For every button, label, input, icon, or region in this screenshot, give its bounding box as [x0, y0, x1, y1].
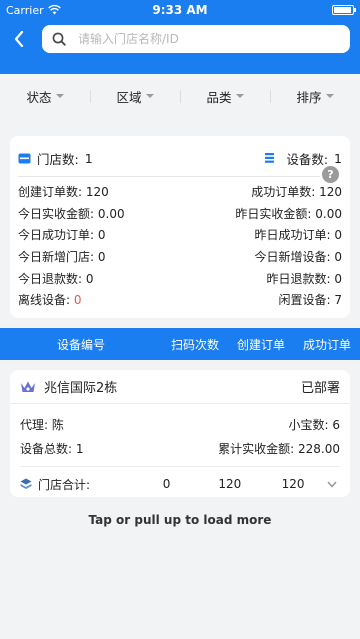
stat-value: 7 [334, 293, 342, 308]
crown-icon [21, 381, 35, 392]
summary-row: 创建订单数: 120 成功订单数: 120 [18, 181, 342, 203]
top-header: Carrier 9:33 AM [0, 0, 360, 74]
filter-category[interactable]: 品类 [180, 87, 270, 106]
totals-success: 120 [281, 477, 305, 491]
stat-value: 0 [334, 271, 342, 286]
stat-label: 昨日成功订单: [254, 228, 331, 243]
stat-label: 昨日退款数: [266, 271, 331, 286]
caret-down-icon [235, 94, 244, 98]
filter-region[interactable]: 区域 [90, 87, 180, 106]
caret-down-icon [145, 94, 154, 98]
revenue-label: 累计实收金额: [218, 441, 295, 456]
stat-label: 今日新增设备: [254, 250, 331, 265]
back-button[interactable] [8, 25, 30, 53]
chevron-left-icon [14, 31, 24, 47]
stat-label: 昨日实收金额: [235, 206, 312, 221]
xiaobao-value: 6 [332, 417, 340, 432]
revenue-value: 228.00 [298, 441, 340, 456]
filter-status-label: 状态 [26, 89, 52, 105]
filter-category-label: 品类 [206, 89, 232, 105]
stat-value: 0.00 [97, 206, 125, 221]
status-bar: Carrier 9:33 AM [0, 0, 360, 20]
store-count-label: 门店数: [37, 151, 79, 167]
status-time: 9:33 AM [152, 3, 208, 17]
totals-scan: 0 [162, 477, 171, 491]
store-status: 已部署 [300, 381, 340, 396]
table-header: 设备编号 扫码次数 创建订单 成功订单 [0, 328, 360, 360]
layers-icon [20, 478, 32, 489]
device-icon [265, 153, 275, 163]
stat-label: 闲置设备: [278, 293, 331, 308]
devices-label: 设备总数: [20, 441, 73, 456]
stat-label: 成功订单数: [251, 185, 316, 200]
col-scan-count: 扫码次数 [170, 337, 219, 352]
search-input[interactable] [78, 32, 350, 46]
stat-value: 0 [334, 250, 342, 265]
device-count-label: 设备数: [286, 151, 329, 167]
filter-sort[interactable]: 排序 [270, 87, 360, 106]
summary-row: 今日成功订单: 0 昨日成功订单: 0 [18, 224, 342, 246]
store-name: 兆信国际2栋 [44, 381, 118, 396]
load-more[interactable]: Tap or pull up to load more [0, 513, 360, 527]
summary-row: 离线设备: 0 闲置设备: 7 [18, 289, 342, 311]
stat-value: 120 [319, 185, 342, 200]
caret-down-icon [325, 94, 334, 98]
filter-sort-label: 排序 [296, 89, 322, 105]
totals-create: 120 [218, 477, 242, 491]
device-count-value: 1 [334, 150, 342, 166]
battery-icon [332, 5, 356, 15]
stat-label: 今日新增门店: [18, 250, 95, 265]
search-box[interactable] [42, 25, 350, 53]
summary-row: 今日新增门店: 0 今日新增设备: 0 [18, 246, 342, 268]
summary-row: 今日实收金额: 0.00 昨日实收金额: 0.00 [18, 203, 342, 225]
store-icon [18, 153, 31, 163]
offline-devices-value: 0 [73, 293, 82, 308]
filter-region-label: 区域 [116, 89, 142, 105]
stat-value: 0 [85, 271, 94, 286]
stat-label: 创建订单数: [18, 185, 83, 200]
stat-value: 0.00 [315, 206, 342, 221]
search-icon [52, 32, 66, 46]
chevron-down-icon[interactable] [325, 481, 340, 488]
filter-bar: 状态 区域 品类 排序 [0, 74, 360, 118]
summary-row: 今日退款数: 0 昨日退款数: 0 [18, 267, 342, 289]
devices-value: 1 [75, 441, 84, 456]
stat-label: 今日实收金额: [18, 206, 95, 221]
col-device-id: 设备编号 [56, 337, 105, 352]
stat-value: 0 [97, 228, 106, 243]
help-icon[interactable]: ? [322, 166, 339, 183]
col-success-orders: 成功订单 [302, 337, 351, 352]
col-create-orders: 创建订单 [236, 337, 285, 352]
agent-label: 代理: [20, 417, 49, 432]
store-count-value: 1 [84, 150, 93, 166]
store-card[interactable]: 兆信国际2栋 已部署 代理: 陈 小宝数: 6 设备总数: 1 累计实收金额: … [10, 370, 350, 497]
stat-label: 今日成功订单: [18, 228, 95, 243]
xiaobao-label: 小宝数: [288, 417, 329, 432]
stat-value: 120 [85, 185, 109, 200]
stat-value: 0 [97, 250, 106, 265]
store-totals-row[interactable]: 门店合计: 0 120 120 [20, 471, 340, 497]
agent-value: 陈 [51, 417, 64, 432]
summary-card: 门店数: 1 设备数: 1 ? 创建订单数: 120 成功订单数: 120 今日… [10, 136, 350, 318]
caret-down-icon [55, 94, 64, 98]
stat-value: 0 [334, 228, 342, 243]
stat-label: 离线设备: [18, 293, 71, 308]
filter-status[interactable]: 状态 [0, 87, 90, 106]
totals-label: 门店合计: [38, 477, 91, 492]
stat-label: 今日退款数: [18, 271, 83, 286]
